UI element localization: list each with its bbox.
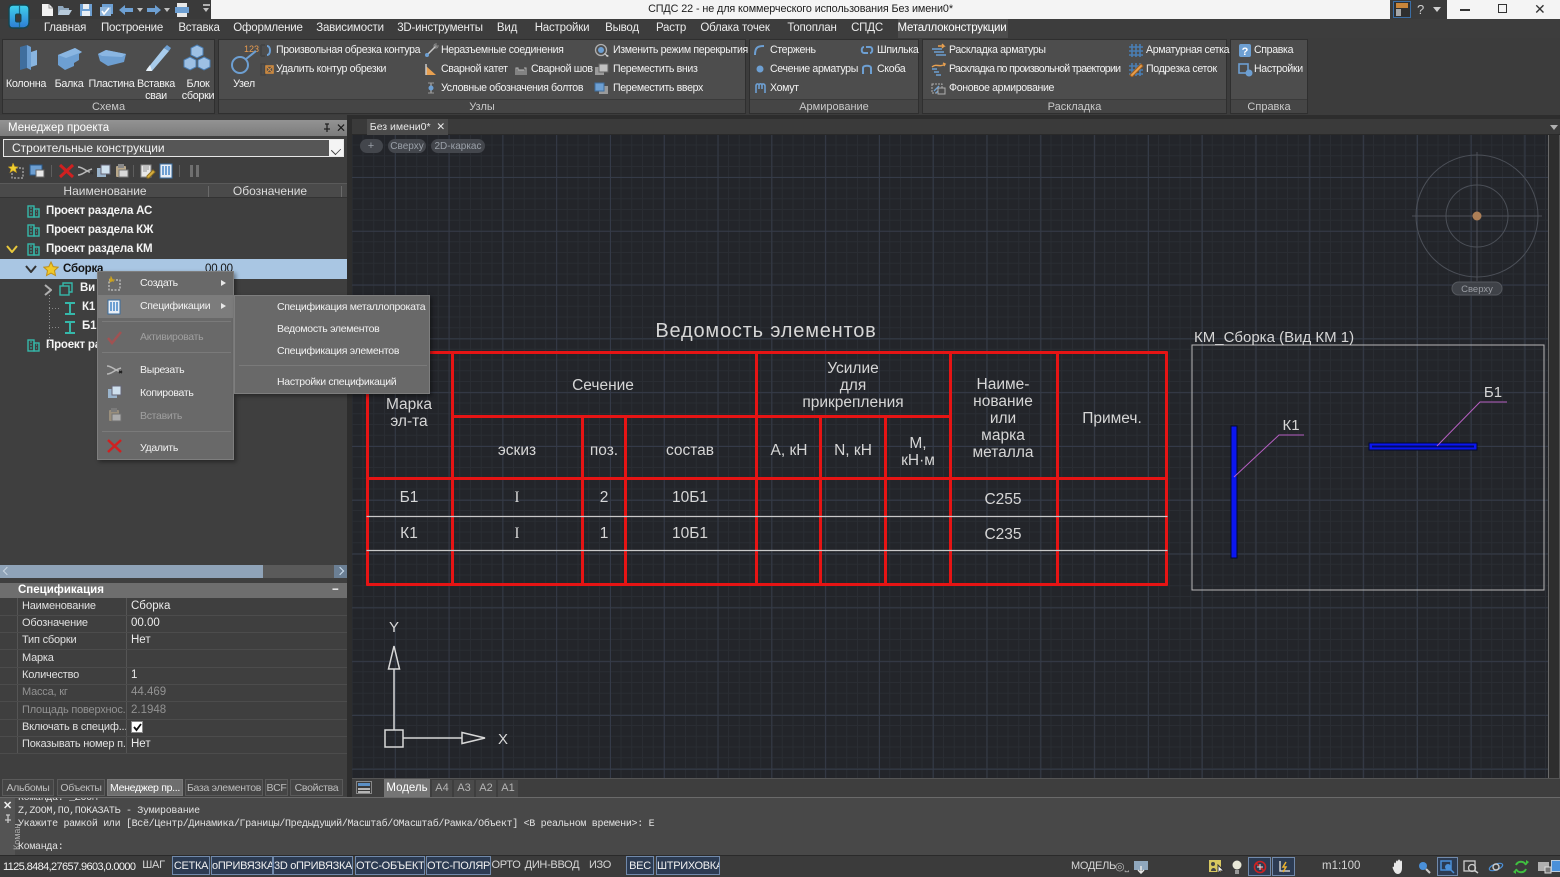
- svg-text:С255: С255: [984, 491, 1021, 508]
- svg-text:поз.: поз.: [590, 442, 618, 459]
- svg-text:марка: марка: [981, 427, 1025, 444]
- svg-text:М,: М,: [909, 435, 926, 452]
- svg-text:Ведомость элементов: Ведомость элементов: [655, 320, 876, 342]
- svg-text:?: ?: [1242, 46, 1249, 58]
- svg-text:эл-та: эл-та: [390, 413, 428, 430]
- svg-text:состав: состав: [666, 442, 714, 459]
- svg-text:Сечение: Сечение: [572, 377, 634, 394]
- svg-text:нование: нование: [973, 393, 1033, 410]
- svg-text:Сверху: Сверху: [1461, 284, 1493, 295]
- svg-text:К1: К1: [400, 525, 418, 542]
- svg-text:С235: С235: [984, 526, 1021, 543]
- svg-text:Марка: Марка: [386, 396, 432, 413]
- svg-text:2: 2: [600, 489, 609, 506]
- svg-text:металла: металла: [972, 444, 1033, 461]
- svg-text:Y: Y: [389, 619, 399, 636]
- svg-text:I: I: [514, 489, 519, 506]
- svg-text:для: для: [840, 377, 866, 394]
- svg-text:КМ_Сборка (Вид КМ 1): КМ_Сборка (Вид КМ 1): [1194, 329, 1354, 346]
- svg-text:I: I: [514, 525, 519, 542]
- svg-text:Усилие: Усилие: [827, 360, 879, 377]
- svg-text:кН·м: кН·м: [901, 452, 935, 469]
- svg-text:Б1: Б1: [1484, 384, 1502, 401]
- svg-text:эскиз: эскиз: [498, 442, 536, 459]
- svg-text:К1: К1: [1282, 417, 1299, 434]
- svg-text:Б1: Б1: [400, 489, 419, 506]
- svg-text:1: 1: [600, 525, 609, 542]
- svg-text:Наиме-: Наиме-: [977, 376, 1030, 393]
- svg-text:10Б1: 10Б1: [672, 525, 708, 542]
- svg-text:А, кН: А, кН: [771, 442, 808, 459]
- svg-text:Примеч.: Примеч.: [1082, 410, 1142, 427]
- svg-text:N, кН: N, кН: [834, 442, 872, 459]
- svg-text:10Б1: 10Б1: [672, 489, 708, 506]
- svg-text:123: 123: [244, 44, 259, 54]
- svg-text:или: или: [990, 410, 1016, 427]
- svg-text:Сверху: Сверху: [390, 141, 423, 152]
- svg-text:+: +: [368, 140, 374, 152]
- svg-text:прикрепления: прикрепления: [802, 394, 903, 411]
- svg-text:X: X: [498, 731, 508, 748]
- svg-text:2D-каркас: 2D-каркас: [435, 141, 482, 152]
